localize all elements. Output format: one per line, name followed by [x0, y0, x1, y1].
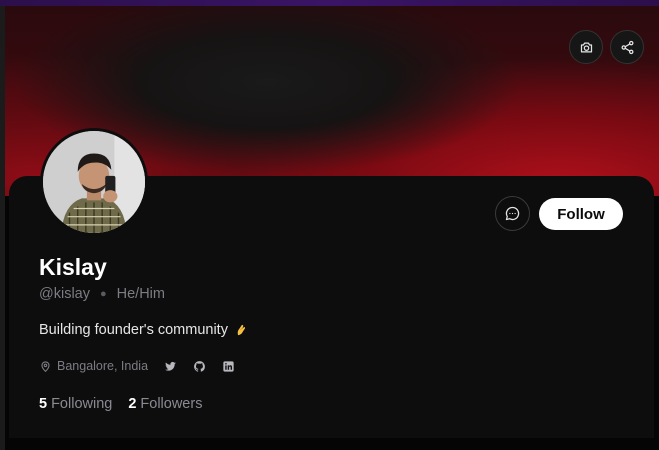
card-bottom-edge [5, 438, 659, 450]
meta-row: Bangalore, India [39, 359, 235, 373]
bio-text: Building founder's community [39, 322, 228, 338]
following-count: 5 [39, 396, 48, 412]
following-stat[interactable]: 5 Following [39, 396, 112, 412]
following-label: Following [51, 396, 113, 412]
separator-dot: ● [99, 288, 107, 300]
github-link[interactable] [193, 360, 206, 373]
location-text: Bangalore, India [57, 359, 149, 373]
followers-stat[interactable]: 2 Followers [128, 396, 202, 412]
follow-button[interactable]: Follow [539, 198, 623, 230]
pronouns: He/Him [116, 286, 165, 302]
handle-row: @kislay ● He/Him [39, 286, 165, 302]
pinching-hand-icon [237, 324, 246, 336]
github-icon [194, 360, 205, 372]
twitter-icon [165, 361, 176, 371]
share-icon [621, 40, 633, 54]
twitter-link[interactable] [164, 360, 177, 373]
bio: Building founder's community [39, 322, 248, 338]
message-button[interactable] [495, 196, 530, 231]
message-icon [505, 206, 520, 221]
camera-icon [580, 42, 592, 52]
avatar[interactable] [40, 128, 148, 236]
profile-name: Kislay [39, 254, 107, 280]
followers-label: Followers [140, 396, 203, 412]
follow-stats: 5 Following 2 Followers [39, 396, 218, 412]
avatar-photo [43, 131, 145, 233]
share-button[interactable] [610, 30, 644, 64]
linkedin-link[interactable] [222, 360, 235, 373]
change-cover-button[interactable] [569, 30, 603, 64]
username-handle: @kislay [39, 286, 90, 302]
linkedin-icon [223, 360, 234, 372]
location-pin-icon [41, 360, 50, 372]
followers-count: 2 [128, 396, 137, 412]
